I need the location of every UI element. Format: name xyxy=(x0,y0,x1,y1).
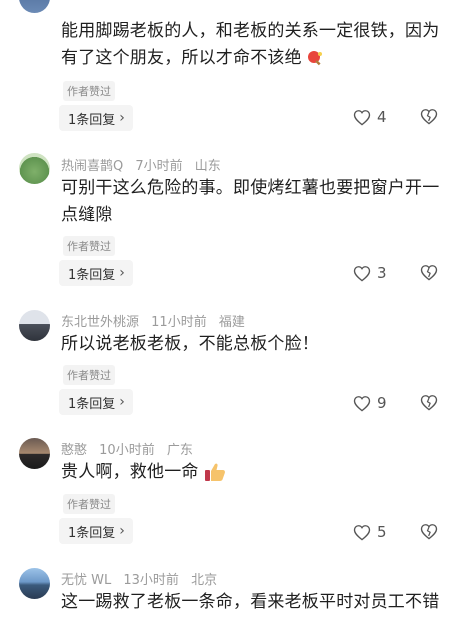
author-name[interactable]: 憨憨 xyxy=(61,443,87,458)
like-count: 5 xyxy=(377,523,387,541)
comment-text: 这一踢救了老板一条命，看来老板平时对员工不错 xyxy=(61,592,440,612)
view-replies-button[interactable]: 1条回复 › xyxy=(59,105,133,131)
comment-location: 北京 xyxy=(191,573,218,588)
reply-count-label: 1条回复 xyxy=(68,112,116,128)
broken-heart-icon xyxy=(420,395,438,411)
view-replies-button[interactable]: 1条回复 › xyxy=(59,260,133,286)
comment-time: 7小时前 xyxy=(135,159,183,174)
thumbs-up-emoji-icon xyxy=(205,463,226,481)
like-count: 3 xyxy=(377,264,387,282)
dislike-button[interactable] xyxy=(420,394,438,415)
heart-outline-icon xyxy=(353,524,371,540)
heart-outline-icon xyxy=(353,395,371,411)
like-button[interactable]: 9 xyxy=(353,394,387,412)
heart-outline-icon xyxy=(353,109,371,125)
comment-time: 10小时前 xyxy=(99,443,155,458)
reply-count-label: 1条回复 xyxy=(68,396,116,412)
like-button[interactable]: 5 xyxy=(353,523,387,541)
chevron-right-icon: › xyxy=(119,394,125,410)
ping-pong-emoji-icon xyxy=(308,50,323,65)
like-count: 4 xyxy=(377,108,387,126)
comment-meta: 热闹喜鹊Q 7小时前 山东 xyxy=(61,155,229,174)
avatar[interactable] xyxy=(19,153,50,184)
dislike-button[interactable] xyxy=(420,108,438,129)
heart-outline-icon xyxy=(353,265,371,281)
chevron-right-icon: › xyxy=(119,523,125,539)
comment-meta: 东北世外桃源 11小时前 福建 xyxy=(61,311,253,330)
comment-time: 11小时前 xyxy=(151,315,207,330)
comment-time: 13小时前 xyxy=(123,573,179,588)
avatar[interactable] xyxy=(19,0,50,13)
view-replies-button[interactable]: 1条回复 › xyxy=(59,389,133,415)
like-button[interactable]: 3 xyxy=(353,264,387,282)
dislike-button[interactable] xyxy=(420,523,438,544)
dislike-button[interactable] xyxy=(420,264,438,285)
chevron-right-icon: › xyxy=(119,110,125,126)
comment-meta: 憨憨 10小时前 广东 xyxy=(61,439,201,458)
avatar[interactable] xyxy=(19,568,50,599)
view-replies-button[interactable]: 1条回复 › xyxy=(59,518,133,544)
comment-location: 广东 xyxy=(166,443,193,458)
comment-meta: 无忧 WL 13小时前 北京 xyxy=(61,569,225,588)
avatar[interactable] xyxy=(19,310,50,341)
avatar[interactable] xyxy=(19,438,50,469)
comment-text: 所以说老板老板，不能总板个脸！ xyxy=(61,334,319,354)
reply-count-label: 1条回复 xyxy=(68,267,116,283)
author-liked-badge: 作者赞过 xyxy=(63,494,115,514)
comment-text: 贵人啊，救他一命 xyxy=(61,459,446,486)
comment-location: 山东 xyxy=(194,159,221,174)
reply-count-label: 1条回复 xyxy=(68,525,116,541)
author-liked-badge: 作者赞过 xyxy=(63,236,115,256)
broken-heart-icon xyxy=(420,265,438,281)
comment-text: 能用脚踢老板的人，和老板的关系一定很铁，因为有了这个朋友，所以才命不该绝 xyxy=(61,21,440,68)
author-liked-badge: 作者赞过 xyxy=(63,81,115,101)
author-name[interactable]: 热闹喜鹊Q xyxy=(61,159,123,174)
comment-location: 福建 xyxy=(218,315,245,330)
chevron-right-icon: › xyxy=(119,265,125,281)
like-count: 9 xyxy=(377,394,387,412)
author-liked-badge: 作者赞过 xyxy=(63,365,115,385)
author-name[interactable]: 东北世外桃源 xyxy=(61,315,139,330)
like-button[interactable]: 4 xyxy=(353,108,387,126)
broken-heart-icon xyxy=(420,524,438,540)
comment-text: 可别干这么危险的事。即使烤红薯也要把窗户开一点缝隙 xyxy=(61,178,440,225)
broken-heart-icon xyxy=(420,109,438,125)
author-name[interactable]: 无忧 WL xyxy=(61,573,111,588)
